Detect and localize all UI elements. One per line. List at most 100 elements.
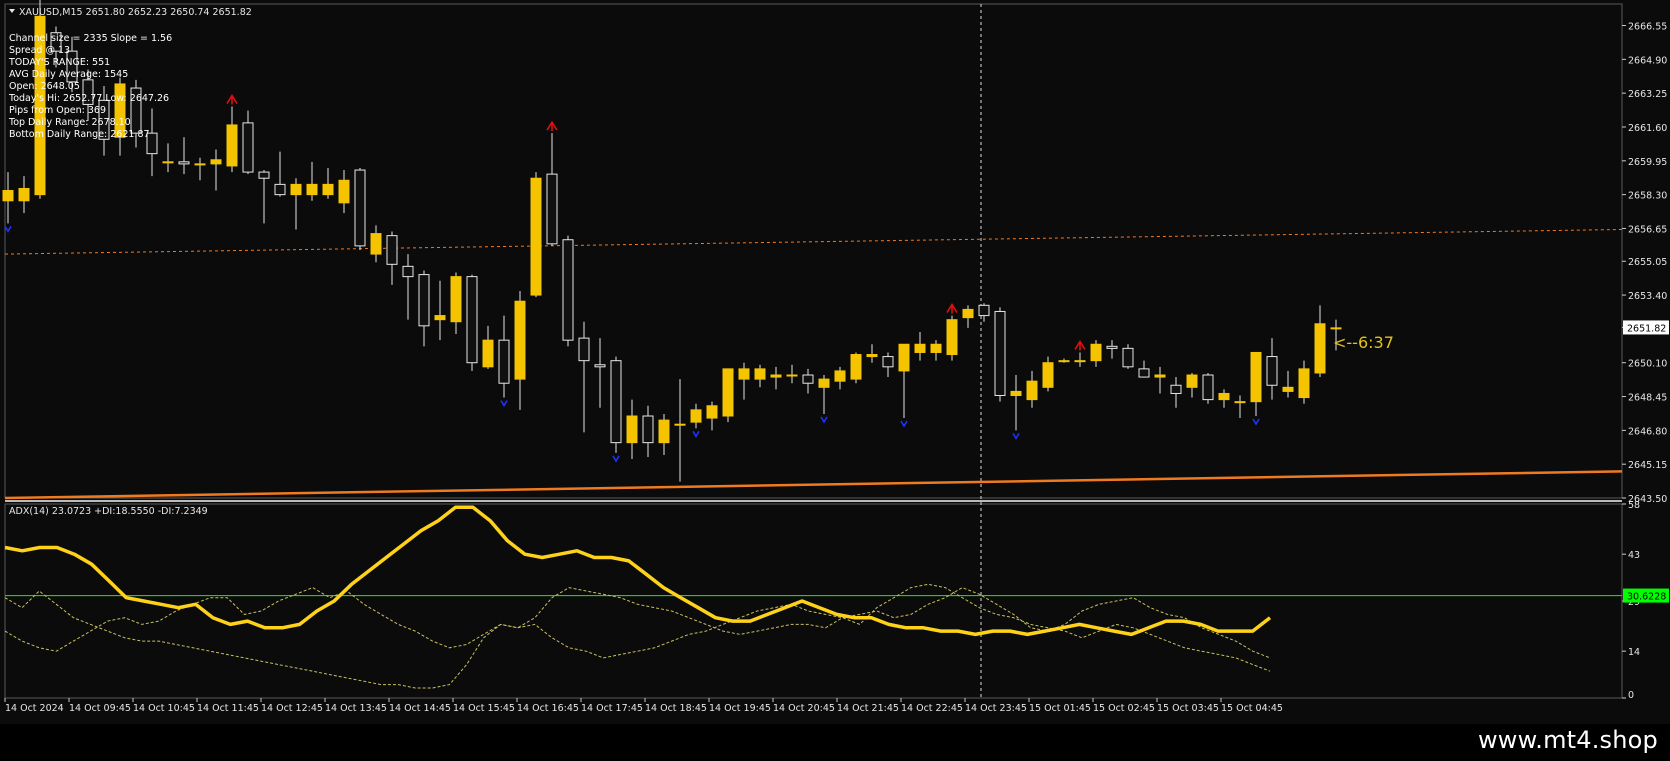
candle[interactable] bbox=[162, 143, 174, 173]
info-line: Spread @ 13 bbox=[9, 45, 70, 56]
main-pane-border bbox=[4, 3, 1623, 499]
candle[interactable] bbox=[258, 170, 270, 224]
candle[interactable] bbox=[642, 405, 654, 458]
candle[interactable] bbox=[818, 375, 830, 414]
candle[interactable] bbox=[450, 272, 462, 335]
candle[interactable] bbox=[146, 108, 158, 177]
candle[interactable] bbox=[1298, 360, 1310, 404]
candle[interactable] bbox=[434, 280, 446, 341]
candle[interactable] bbox=[370, 225, 382, 263]
bull-candle-body bbox=[1090, 343, 1102, 362]
bull-candle-body bbox=[690, 409, 702, 423]
candle[interactable] bbox=[786, 364, 798, 384]
candle[interactable] bbox=[1218, 389, 1230, 408]
candle[interactable] bbox=[242, 110, 254, 175]
candle[interactable] bbox=[562, 235, 574, 347]
candle[interactable] bbox=[194, 157, 206, 181]
time-tick-label: 14 Oct 21:45 bbox=[837, 703, 899, 714]
candle[interactable] bbox=[882, 352, 894, 378]
adx-indicator-window[interactable] bbox=[4, 505, 1622, 689]
candle[interactable] bbox=[402, 254, 414, 320]
candle[interactable] bbox=[210, 149, 222, 191]
candle[interactable] bbox=[610, 356, 622, 453]
candle[interactable] bbox=[306, 161, 318, 201]
candle[interactable] bbox=[354, 167, 366, 250]
candle[interactable] bbox=[1250, 351, 1262, 417]
candle[interactable] bbox=[802, 368, 814, 394]
candle[interactable] bbox=[1202, 372, 1214, 404]
candle[interactable] bbox=[386, 231, 398, 285]
candle[interactable] bbox=[1138, 360, 1150, 378]
candle[interactable] bbox=[722, 368, 734, 423]
candle[interactable] bbox=[338, 170, 350, 214]
bear-candle-body bbox=[418, 274, 430, 327]
candle[interactable] bbox=[290, 178, 302, 230]
candle[interactable] bbox=[834, 366, 846, 390]
info-line: Pips from Open: 369 bbox=[9, 105, 106, 116]
candle[interactable] bbox=[514, 290, 526, 410]
candle[interactable] bbox=[466, 274, 478, 371]
candle[interactable] bbox=[322, 167, 334, 199]
time-tick-label: 14 Oct 17:45 bbox=[581, 703, 643, 714]
candle[interactable] bbox=[274, 151, 286, 197]
candle[interactable] bbox=[738, 362, 750, 400]
bull-candle-body bbox=[946, 319, 958, 356]
candle[interactable] bbox=[866, 344, 878, 363]
candle[interactable] bbox=[946, 315, 958, 361]
price-tick-label: 2650.10 bbox=[1628, 359, 1667, 370]
candle[interactable] bbox=[530, 172, 542, 298]
info-line: AVG Daily Average: 1545 bbox=[9, 69, 128, 80]
bull-candle-body bbox=[930, 343, 942, 353]
candle[interactable] bbox=[770, 366, 782, 390]
candle[interactable] bbox=[546, 133, 558, 246]
candle[interactable] bbox=[754, 364, 766, 388]
bull-candle-body bbox=[370, 233, 382, 255]
mt4-chart-window[interactable]: 2666.55 2664.90 2663.25 2661.60 2659.95 2658.… bbox=[0, 0, 1670, 761]
arrow-up-icon bbox=[546, 120, 558, 132]
candle[interactable] bbox=[1282, 370, 1294, 398]
time-tick-label: 14 Oct 09:45 bbox=[69, 703, 131, 714]
candle[interactable] bbox=[1026, 370, 1038, 408]
candle[interactable] bbox=[994, 307, 1006, 402]
candle[interactable] bbox=[898, 343, 910, 419]
candle[interactable] bbox=[706, 401, 718, 431]
bull-candle-body bbox=[818, 378, 830, 388]
info-line: Today's Hi: 2652.77 Low: 2647.26 bbox=[8, 93, 169, 104]
candle[interactable] bbox=[1010, 375, 1022, 431]
candle[interactable] bbox=[962, 305, 974, 328]
chevron-down-icon[interactable] bbox=[9, 9, 15, 13]
candle[interactable] bbox=[914, 331, 926, 361]
candle[interactable] bbox=[1074, 352, 1086, 367]
candles-layer[interactable] bbox=[2, 0, 1342, 482]
adx-tick-label: 43 bbox=[1628, 550, 1640, 561]
candle[interactable] bbox=[690, 403, 702, 429]
candle[interactable] bbox=[1122, 344, 1134, 369]
bear-candle-body bbox=[1138, 368, 1150, 378]
candle[interactable] bbox=[1186, 372, 1198, 398]
candle[interactable] bbox=[1090, 340, 1102, 367]
candle[interactable] bbox=[1106, 340, 1118, 359]
candle[interactable] bbox=[658, 413, 670, 455]
candle[interactable] bbox=[18, 176, 30, 214]
candle[interactable] bbox=[626, 399, 638, 460]
candle[interactable] bbox=[226, 106, 238, 173]
candle[interactable] bbox=[178, 137, 190, 175]
candle[interactable] bbox=[1234, 395, 1246, 419]
candle[interactable] bbox=[482, 325, 494, 369]
candle[interactable] bbox=[1266, 338, 1278, 400]
candle[interactable] bbox=[1314, 305, 1326, 378]
candle[interactable] bbox=[850, 352, 862, 384]
chart-header[interactable]: XAUUSD,M15 2651.80 2652.23 2650.74 2651.… bbox=[9, 7, 252, 18]
candle[interactable] bbox=[1170, 377, 1182, 408]
candle[interactable] bbox=[1154, 366, 1166, 394]
candle[interactable] bbox=[594, 338, 606, 408]
candle[interactable] bbox=[1042, 356, 1054, 392]
candle[interactable] bbox=[930, 340, 942, 361]
candle[interactable] bbox=[674, 379, 686, 482]
bull-candle-body bbox=[1282, 386, 1294, 392]
candle[interactable] bbox=[1058, 358, 1070, 363]
chart-canvas[interactable]: 2666.55 2664.90 2663.25 2661.60 2659.95 2658.… bbox=[0, 0, 1670, 724]
candle[interactable] bbox=[418, 270, 430, 347]
candle[interactable] bbox=[498, 315, 510, 398]
candle[interactable] bbox=[578, 321, 590, 433]
